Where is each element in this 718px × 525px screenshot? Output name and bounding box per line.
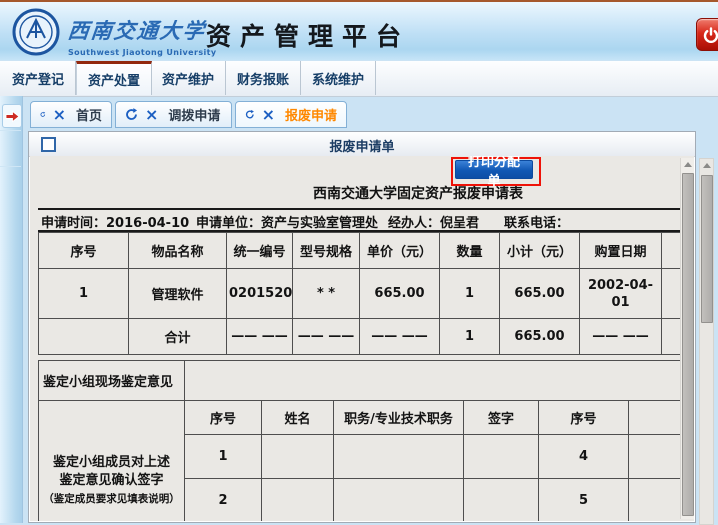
university-seal <box>12 8 60 56</box>
form-info-row: 申请时间：2016-04-10 申请单位：资产与实验室管理处 经办人：倪呈君 联… <box>38 208 694 232</box>
power-icon <box>703 27 718 43</box>
scroll-up-icon[interactable] <box>681 158 694 170</box>
scroll-up-icon[interactable] <box>700 159 713 171</box>
page-title: 资产管理平台 <box>206 17 410 53</box>
tab-scrap-request[interactable]: 报废申请 <box>235 101 347 128</box>
expand-arrow-icon <box>5 110 20 123</box>
inner-vertical-scrollbar[interactable] <box>680 158 694 519</box>
main-nav: 资产登记 资产处置 资产维护 财务报账 系统维护 <box>0 61 718 97</box>
refresh-icon[interactable] <box>125 108 138 121</box>
appraisal-header-row: 鉴定小组成员对上述 鉴定意见确认签字 （鉴定成员要求见填表说明） 序号 姓名 职… <box>39 401 695 435</box>
nav-item-asset-register[interactable]: 资产登记 <box>1 61 76 95</box>
close-icon[interactable] <box>262 108 275 121</box>
nav-item-system[interactable]: 系统维护 <box>301 61 376 95</box>
strip-divider <box>0 166 21 167</box>
outer-scrollbar-thumb[interactable] <box>701 175 713 323</box>
scrap-request-panel: 报废申请单 打印分配单 西南交通大学固定资产报废申请表 申请时间：2016-04… <box>28 131 696 523</box>
apply-unit-value: 资产与实验室管理处 <box>261 216 378 231</box>
apply-time-value: 2016-04-10 <box>106 216 189 231</box>
handler-value: 倪呈君 <box>440 216 479 231</box>
refresh-icon[interactable] <box>40 108 46 121</box>
left-collapse-strip[interactable] <box>0 96 23 523</box>
nav-item-asset-maintain[interactable]: 资产维护 <box>151 61 226 95</box>
logout-power-button[interactable] <box>696 18 718 51</box>
tab-transfer-request[interactable]: 调拨申请 <box>115 101 232 128</box>
app-header: 西南交通大学 Southwest Jiaotong University 资产管… <box>0 2 718 60</box>
inner-scrollbar-thumb[interactable] <box>682 173 694 516</box>
form-title: 西南交通大学固定资产报废申请表 <box>38 183 694 205</box>
toolbar-row: 打印分配单 <box>38 156 694 182</box>
close-icon[interactable] <box>53 108 66 121</box>
refresh-icon[interactable] <box>245 108 255 121</box>
appraisal-table: 鉴定小组现场鉴定意见 鉴定小组成员对上述 鉴定意见确认签字 （鉴定成员要求见填表… <box>38 360 694 521</box>
nav-item-finance[interactable]: 财务报账 <box>226 61 301 95</box>
opinion-label: 鉴定小组现场鉴定意见 <box>39 361 185 401</box>
panel-title: 报废申请单 <box>29 136 695 155</box>
panel-body: 打印分配单 西南交通大学固定资产报废申请表 申请时间：2016-04-10 申请… <box>30 156 694 521</box>
handler-label: 经办人：倪呈君 <box>388 212 479 231</box>
panel-header: 报废申请单 <box>29 132 695 157</box>
phone-label: 联系电话： <box>504 212 569 231</box>
print-allocation-button[interactable]: 打印分配单 <box>455 160 533 179</box>
outer-vertical-scrollbar[interactable] <box>699 158 714 525</box>
asset-table: 序号 物品名称 统一编号 型号规格 单价（元） 数量 小计（元） 购置日期 1 … <box>38 232 694 355</box>
close-icon[interactable] <box>145 108 158 121</box>
asset-table-total-row: 合计 —— —— —— —— —— —— 1 665.00 —— —— —— —… <box>39 319 695 355</box>
university-name: 西南交通大学 Southwest Jiaotong University <box>68 15 216 57</box>
expand-panel-button[interactable] <box>2 104 22 128</box>
appraisal-opinion-row: 鉴定小组现场鉴定意见 <box>39 361 695 401</box>
strip-divider <box>0 130 21 131</box>
apply-time-label: 申请时间：2016-04-10 <box>41 212 189 231</box>
scrap-request-form: 打印分配单 西南交通大学固定资产报废申请表 申请时间：2016-04-10 申请… <box>38 156 694 521</box>
nav-item-asset-disposal[interactable]: 资产处置 <box>76 61 152 95</box>
asset-table-header-row: 序号 物品名称 统一编号 型号规格 单价（元） 数量 小计（元） 购置日期 <box>39 233 695 269</box>
opinion-value <box>185 361 695 401</box>
tab-home[interactable]: 首页 <box>30 101 112 128</box>
asset-table-row: 1 管理软件 0201520D * * 665.00 1 665.00 2002… <box>39 269 695 319</box>
university-name-cn: 西南交通大学 <box>66 15 218 45</box>
sign-confirm-label: 鉴定小组成员对上述 鉴定意见确认签字 （鉴定成员要求见填表说明） <box>39 401 185 522</box>
apply-unit-label: 申请单位：资产与实验室管理处 <box>196 212 378 231</box>
university-name-en: Southwest Jiaotong University <box>68 48 216 57</box>
